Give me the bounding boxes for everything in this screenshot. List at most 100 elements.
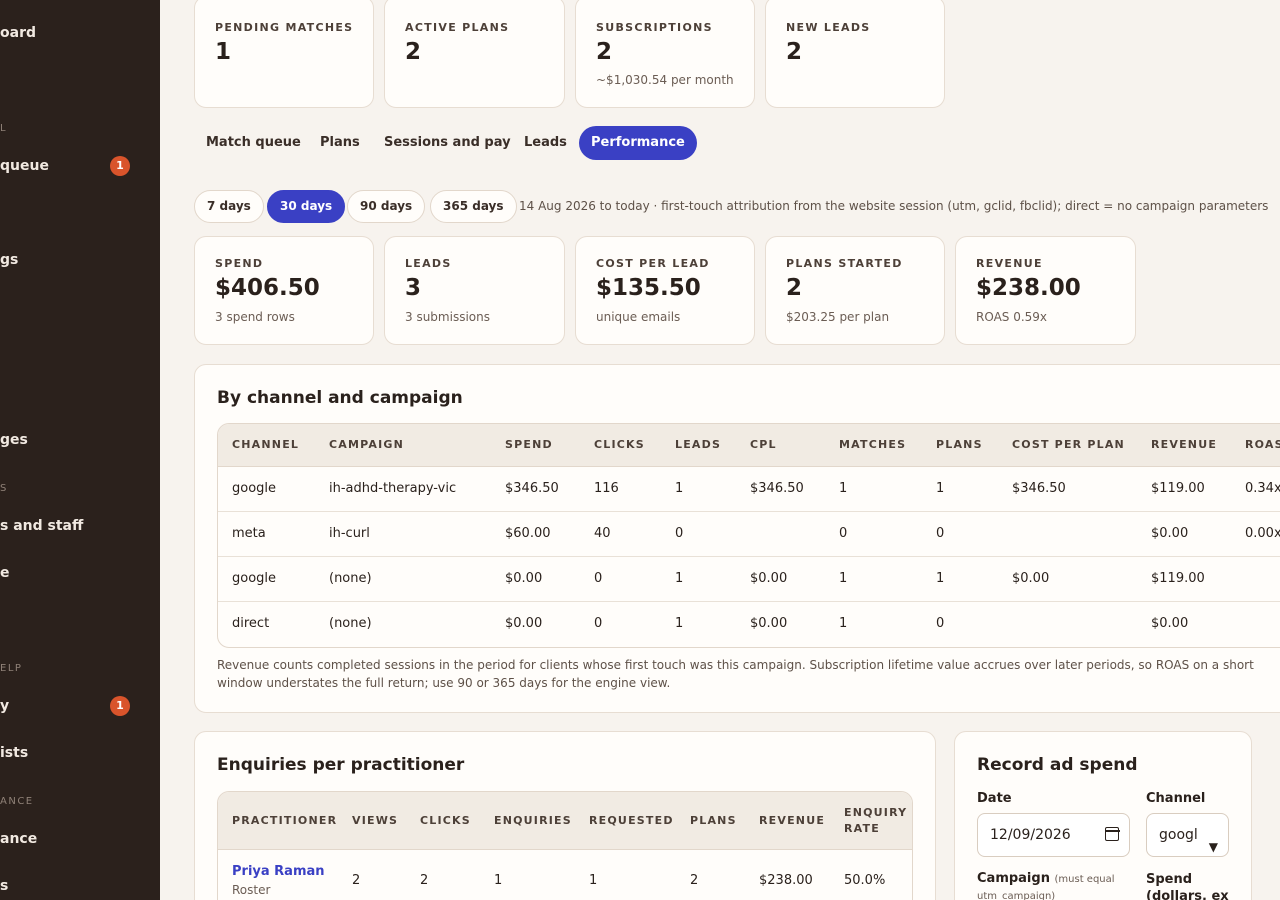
- cell: 0.34x: [1245, 481, 1280, 496]
- sidebar-item-match-queue[interactable]: queue: [0, 158, 49, 174]
- kpi-card-plans-started: PLANS STARTED 2 $203.25 per plan: [765, 236, 945, 345]
- kpi-card-spend: SPEND $406.50 3 spend rows: [194, 236, 374, 345]
- calendar-icon[interactable]: [1104, 827, 1120, 841]
- col-header: MATCHES: [839, 438, 907, 451]
- range-30-days[interactable]: 30 days: [267, 190, 346, 223]
- section-title: By channel and campaign: [217, 388, 463, 408]
- col-header: ROAS: [1245, 438, 1280, 451]
- chevron-down-icon: ▼: [1208, 840, 1218, 854]
- cell: $0.00: [505, 616, 543, 631]
- sidebar-item-dashboard[interactable]: oard: [0, 25, 36, 41]
- stat-sub: 3 submissions: [405, 310, 490, 324]
- campaign-hint: utm_campaign): [977, 891, 1056, 900]
- date-label: Date: [977, 791, 1012, 806]
- cell: $0.00: [505, 571, 543, 586]
- cell: meta: [232, 526, 266, 541]
- cell: (none): [329, 616, 372, 631]
- col-header: PRACTITIONER: [232, 814, 338, 827]
- cell: $346.50: [1012, 481, 1066, 496]
- stat-label: PENDING MATCHES: [215, 21, 354, 34]
- summary-card-subscriptions: SUBSCRIPTIONS 2 ~$1,030.54 per month: [575, 0, 755, 108]
- kpi-card-revenue: REVENUE $238.00 ROAS 0.59x: [955, 236, 1136, 345]
- cell: google: [232, 571, 277, 586]
- tab-match-queue[interactable]: Match queue: [194, 126, 313, 160]
- kpi-card-cost-per-lead: COST PER LEAD $135.50 unique emails: [575, 236, 755, 345]
- stat-label: COST PER LEAD: [596, 257, 710, 270]
- col-header: ENQUIRIES: [494, 814, 572, 827]
- sidebar-item-practitioners-and-staff[interactable]: s and staff: [0, 518, 83, 534]
- cell: 40: [594, 526, 611, 541]
- stat-label: NEW LEADS: [786, 21, 871, 34]
- cell: 0: [594, 616, 603, 631]
- date-input[interactable]: 12/09/2026: [977, 813, 1130, 857]
- sidebar-item-finance[interactable]: ance: [0, 831, 37, 847]
- col-header: REQUESTED: [589, 814, 674, 827]
- stat-sub: $203.25 per plan: [786, 310, 890, 324]
- stat-value: $406.50: [215, 275, 320, 301]
- sidebar-item-lists[interactable]: ists: [0, 745, 28, 761]
- channel-table: CHANNEL CAMPAIGN SPEND CLICKS LEADS CPL …: [217, 423, 1280, 648]
- section-title: Enquiries per practitioner: [217, 755, 465, 775]
- table-row: direct (none) $0.00 0 1 $0.00 1 0 $0.00: [218, 602, 1280, 647]
- table-row: google (none) $0.00 0 1 $0.00 1 1 $0.00 …: [218, 557, 1280, 602]
- stat-sub: ROAS 0.59x: [976, 310, 1048, 324]
- tab-sessions-and-pay[interactable]: Sessions and pay: [372, 126, 523, 160]
- cell: $238.00: [759, 873, 813, 888]
- col-header: PLANS: [690, 814, 737, 827]
- tab-plans[interactable]: Plans: [308, 126, 372, 160]
- range-365-days[interactable]: 365 days: [430, 190, 517, 223]
- stat-sub: unique emails: [596, 310, 681, 324]
- stat-label: REVENUE: [976, 257, 1043, 270]
- cell: 116: [594, 481, 619, 496]
- cell: ih-curl: [329, 526, 370, 541]
- sidebar-item-pages[interactable]: ges: [0, 432, 28, 448]
- cell: $0.00: [1151, 616, 1189, 631]
- kpi-card-leads: LEADS 3 3 submissions: [384, 236, 565, 345]
- stat-value: 2: [405, 39, 422, 65]
- cell: $60.00: [505, 526, 551, 541]
- range-90-days[interactable]: 90 days: [347, 190, 426, 223]
- stat-value: 2: [786, 275, 803, 301]
- practitioner-link[interactable]: Priya Raman: [232, 864, 325, 879]
- table-header: CHANNEL CAMPAIGN SPEND CLICKS LEADS CPL …: [218, 424, 1280, 467]
- cell: 2: [690, 873, 699, 888]
- tab-leads[interactable]: Leads: [512, 126, 579, 160]
- table-row: google ih-adhd-therapy-vic $346.50 116 1…: [218, 467, 1280, 512]
- cell: 50.0%: [844, 873, 886, 888]
- summary-card-pending-matches: PENDING MATCHES 1: [194, 0, 374, 108]
- cell: 0: [594, 571, 603, 586]
- stat-value: 2: [596, 39, 613, 65]
- stat-sub: 3 spend rows: [215, 310, 295, 324]
- sidebar-item-y[interactable]: y: [0, 698, 9, 714]
- cell: 1: [589, 873, 598, 888]
- tab-performance[interactable]: Performance: [579, 126, 697, 160]
- cell: 0: [839, 526, 848, 541]
- cell: 0: [936, 526, 945, 541]
- sidebar-item-bookings[interactable]: gs: [0, 252, 18, 268]
- summary-card-active-plans: ACTIVE PLANS 2: [384, 0, 565, 108]
- practitioner-role: Roster: [232, 883, 271, 897]
- channel-value: googl: [1159, 827, 1198, 843]
- table-row: meta ih-curl $60.00 40 0 0 0 $0.00 0.00x: [218, 512, 1280, 557]
- stat-label: SUBSCRIPTIONS: [596, 21, 713, 34]
- sidebar-item-s[interactable]: s: [0, 878, 8, 894]
- stat-value: 3: [405, 275, 422, 301]
- sidebar-item-e[interactable]: e: [0, 565, 10, 581]
- sidebar-section-label: ELP: [0, 663, 23, 674]
- cell: $346.50: [505, 481, 559, 496]
- stat-label: SPEND: [215, 257, 264, 270]
- stat-label: LEADS: [405, 257, 452, 270]
- cell: google: [232, 481, 277, 496]
- channel-select[interactable]: googl ▼: [1146, 813, 1229, 857]
- cell: $0.00: [1012, 571, 1050, 586]
- col-header: ENQUIRY: [844, 806, 908, 819]
- notification-badge: 1: [110, 156, 130, 176]
- range-7-days[interactable]: 7 days: [194, 190, 264, 223]
- table-footnote: Revenue counts completed sessions in the…: [217, 658, 1254, 690]
- stat-value: $238.00: [976, 275, 1081, 301]
- date-value: 12/09/2026: [990, 827, 1071, 843]
- cell: 1: [839, 616, 848, 631]
- cell: $119.00: [1151, 481, 1205, 496]
- sidebar: oard L queue 1 gs ges S s and staff e EL…: [0, 0, 160, 900]
- sidebar-section-label: L: [0, 123, 8, 134]
